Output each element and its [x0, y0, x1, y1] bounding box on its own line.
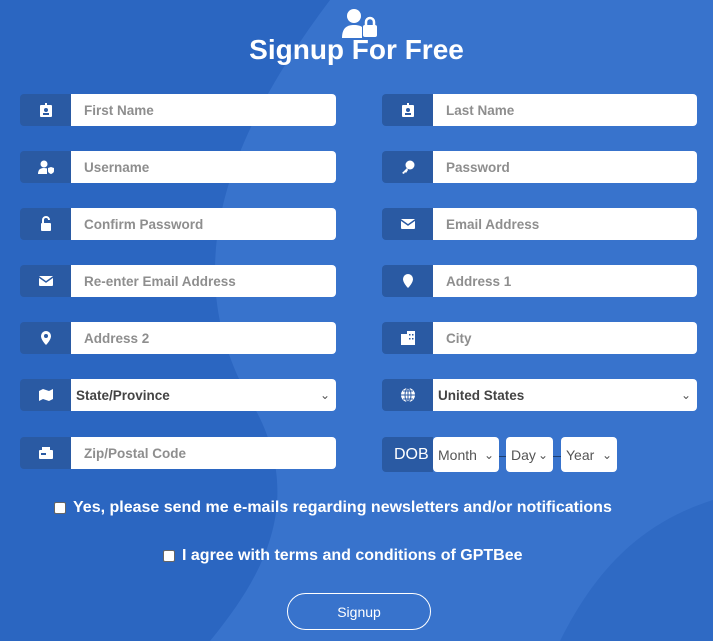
- city-icon: [382, 322, 433, 354]
- envelope-icon: [20, 265, 71, 297]
- globe-icon: [382, 379, 433, 411]
- state-select[interactable]: State/Province ⌄: [71, 379, 336, 411]
- newsletter-checkbox[interactable]: [54, 502, 66, 514]
- separator: [553, 456, 561, 457]
- zip-input[interactable]: Zip/Postal Code: [71, 437, 336, 469]
- unlock-icon: [20, 208, 71, 240]
- state-value: State/Province: [76, 387, 170, 403]
- year-value: Year: [566, 446, 595, 463]
- dob-label: DOB: [382, 437, 433, 472]
- id-badge-icon: [20, 94, 71, 126]
- user-shield-icon: [20, 151, 71, 183]
- reenter-email-input[interactable]: Re-enter Email Address: [71, 265, 336, 297]
- day-select[interactable]: Day ⌄: [506, 437, 553, 472]
- year-select[interactable]: Year ⌄: [561, 437, 617, 472]
- terms-label: I agree with terms and conditions of GPT…: [182, 547, 523, 564]
- newsletter-checkbox-row[interactable]: Yes, please send me e-mails regarding ne…: [54, 499, 612, 517]
- signup-button[interactable]: Signup: [287, 593, 431, 630]
- chevron-down-icon: ⌄: [601, 447, 612, 462]
- last-name-input[interactable]: Last Name: [433, 94, 697, 126]
- confirm-password-input[interactable]: Confirm Password: [71, 208, 336, 240]
- month-select[interactable]: Month ⌄: [433, 437, 499, 472]
- first-name-input[interactable]: First Name: [71, 94, 336, 126]
- page-title: Signup For Free: [249, 34, 464, 65]
- id-badge-icon: [382, 94, 433, 126]
- username-input[interactable]: Username: [71, 151, 336, 183]
- address1-input[interactable]: Address 1: [433, 265, 697, 297]
- map-icon: [20, 379, 71, 411]
- city-input[interactable]: City: [433, 322, 697, 354]
- map-marker-icon: [20, 322, 71, 354]
- newsletter-label: Yes, please send me e-mails regarding ne…: [73, 499, 612, 516]
- country-select[interactable]: United States ⌄: [433, 379, 697, 411]
- password-input[interactable]: Password: [433, 151, 697, 183]
- country-value: United States: [438, 387, 525, 403]
- chevron-down-icon: ⌄: [319, 388, 330, 402]
- terms-checkbox-row[interactable]: I agree with terms and conditions of GPT…: [163, 547, 523, 565]
- chevron-down-icon: ⌄: [680, 388, 691, 402]
- month-value: Month: [438, 446, 477, 463]
- email-input[interactable]: Email Address: [433, 208, 697, 240]
- terms-checkbox[interactable]: [163, 550, 175, 562]
- address2-input[interactable]: Address 2: [71, 322, 336, 354]
- day-value: Day: [511, 446, 536, 463]
- chevron-down-icon: ⌄: [483, 447, 494, 462]
- mailbox-icon: [20, 437, 71, 469]
- chevron-down-icon: ⌄: [537, 447, 548, 462]
- key-icon: [382, 151, 433, 183]
- map-pin-icon: [382, 265, 433, 297]
- envelope-icon: [382, 208, 433, 240]
